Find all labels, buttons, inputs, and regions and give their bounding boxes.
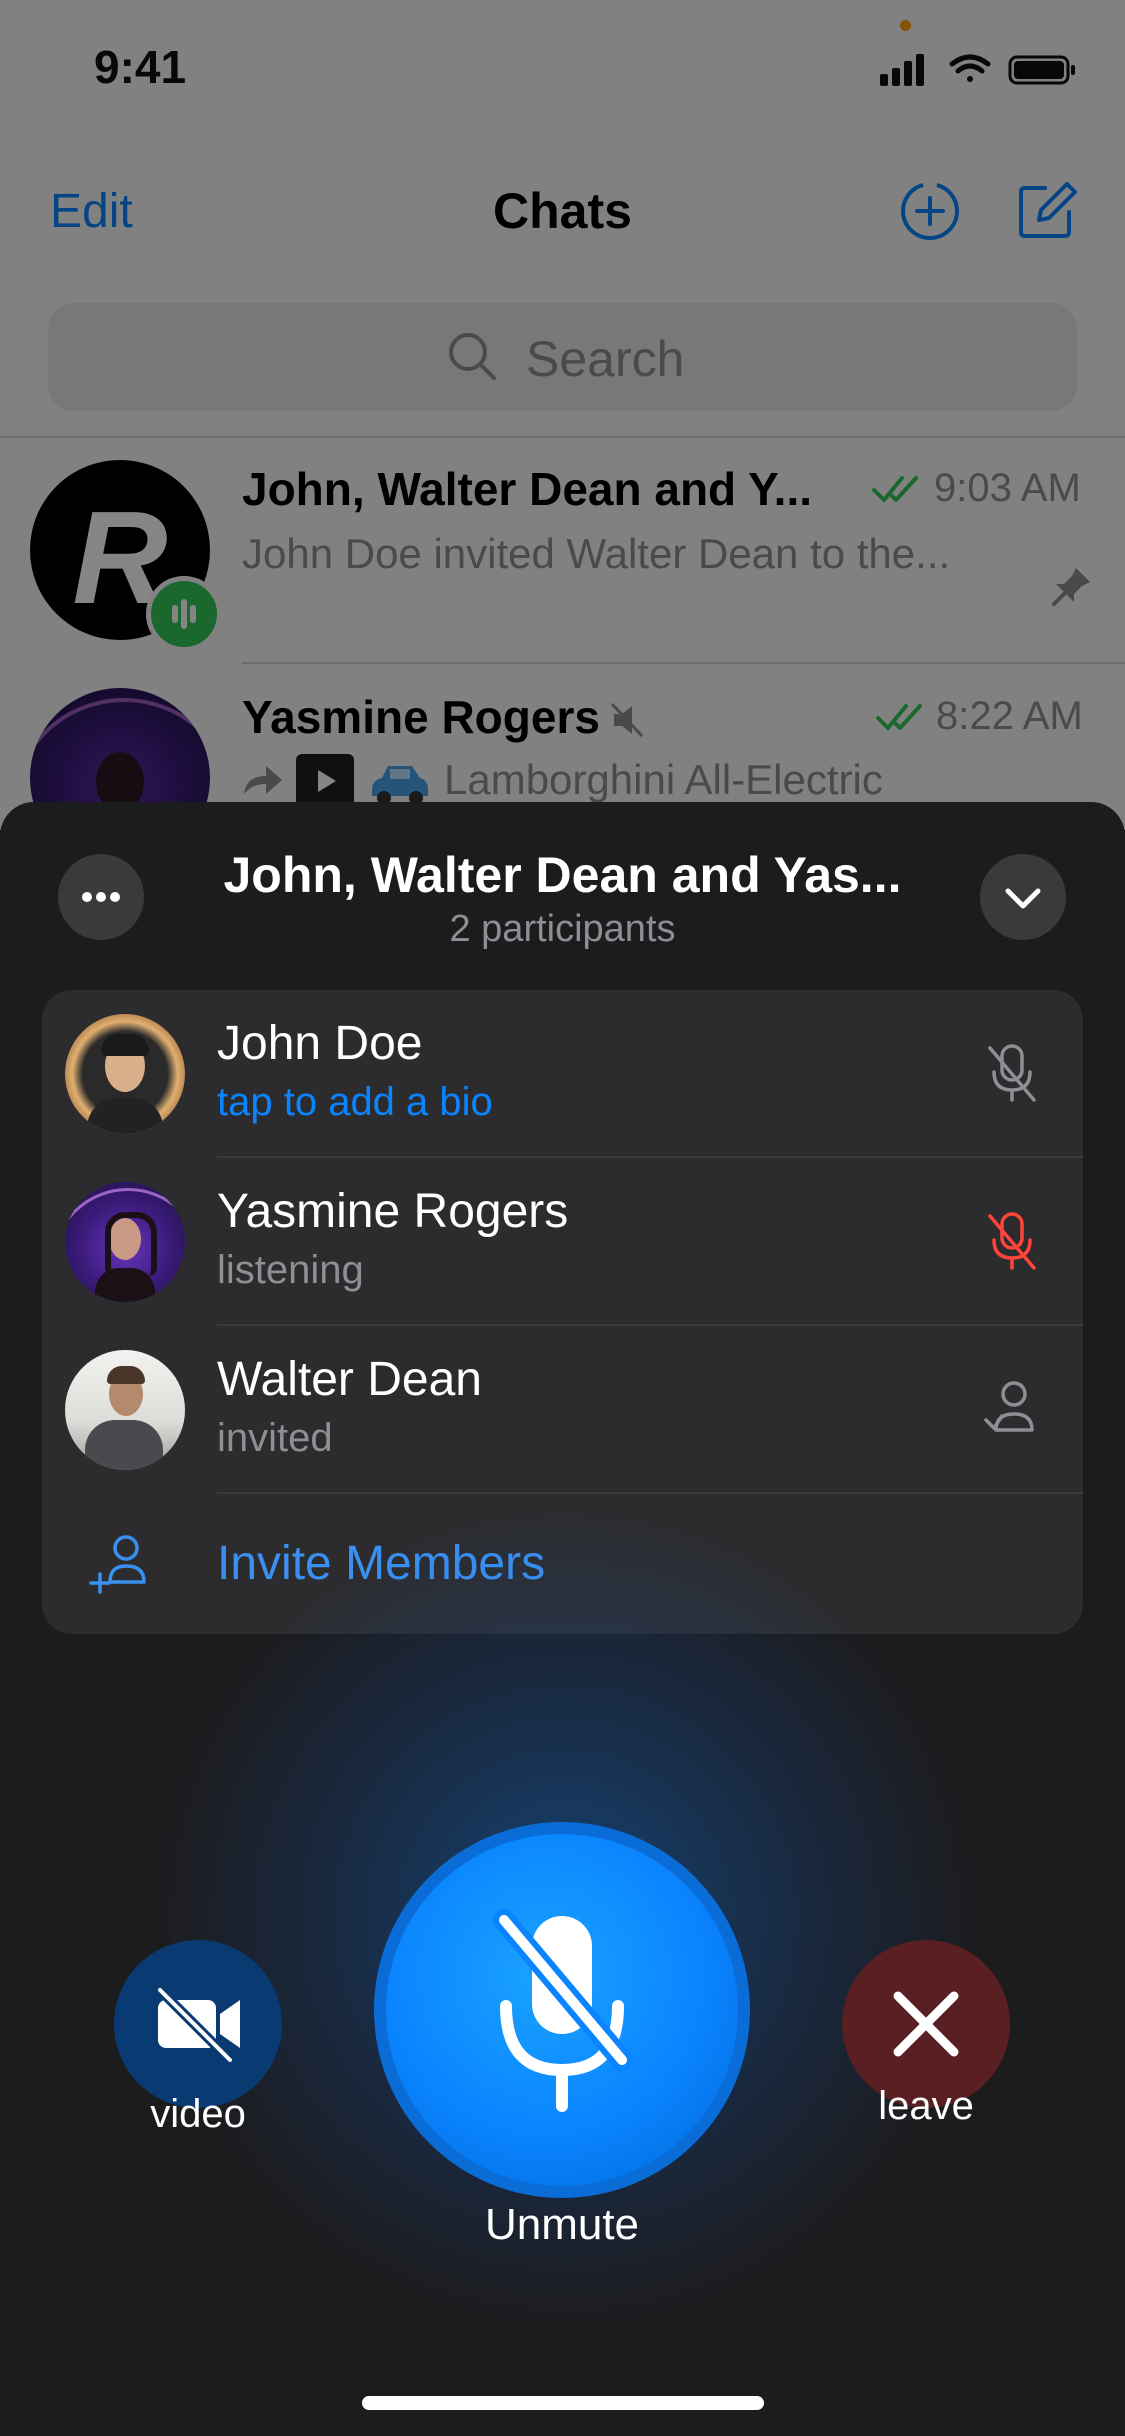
participant-name: Walter Dean (217, 1353, 482, 1406)
unmute-button[interactable] (386, 1834, 738, 2186)
avatar (65, 1014, 185, 1134)
mic-muted-icon[interactable] (972, 1034, 1052, 1114)
leave-button[interactable] (842, 1940, 1010, 2108)
participant-name: Yasmine Rogers (217, 1185, 569, 1238)
participant-row[interactable]: Yasmine Rogers listening (42, 1158, 1083, 1326)
participant-status: invited (217, 1416, 333, 1460)
dim-overlay[interactable] (0, 0, 1125, 830)
unmute-label: Unmute (484, 2200, 640, 2249)
collapse-button[interactable] (980, 854, 1066, 940)
video-off-icon (155, 1985, 240, 2065)
participant-count: 2 participants (449, 908, 676, 950)
participant-row[interactable]: Walter Dean invited (42, 1326, 1083, 1494)
avatar (65, 1350, 185, 1470)
participant-status[interactable]: tap to add a bio (217, 1080, 493, 1125)
mic-off-icon (493, 1909, 633, 2112)
leave-label: leave (878, 2084, 974, 2128)
avatar (65, 1182, 185, 1302)
participant-status: listening (217, 1248, 364, 1292)
participant-name: John Doe (217, 1017, 423, 1070)
voice-chat-panel: John, Walter Dean and Yas... 2 participa… (0, 802, 1125, 2436)
add-person-icon (89, 1535, 146, 1594)
close-icon (893, 1991, 959, 2057)
chevron-down-icon (1005, 888, 1041, 909)
chat-list-background: 9:41 Edit Chats Search R John, Walter De… (0, 0, 1125, 830)
call-title: John, Walter Dean and Yas... (223, 847, 902, 903)
mic-muted-red-icon[interactable] (972, 1202, 1052, 1282)
invited-person-icon (984, 1381, 1034, 1432)
video-label: video (150, 2092, 246, 2136)
participant-row[interactable]: John Doe tap to add a bio (42, 990, 1083, 1158)
home-indicator[interactable] (362, 2396, 764, 2410)
video-button[interactable] (114, 1940, 282, 2108)
